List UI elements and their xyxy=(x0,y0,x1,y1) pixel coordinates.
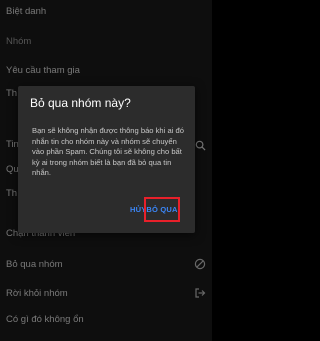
ignore-confirm-label: BỎ QUA xyxy=(146,205,178,214)
ignore-confirm-button[interactable]: BỎ QUA xyxy=(144,197,180,222)
dialog-title: Bỏ qua nhóm này? xyxy=(30,96,131,110)
ignore-group-dialog: Bỏ qua nhóm này? Bạn sẽ không nhận được … xyxy=(18,86,195,233)
dialog-message: Bạn sẽ không nhận được thông báo khi ai … xyxy=(32,126,184,178)
group-settings-screen: Biệt danh Nhóm Yêu cầu tham gia Th Tin Q… xyxy=(0,0,212,341)
